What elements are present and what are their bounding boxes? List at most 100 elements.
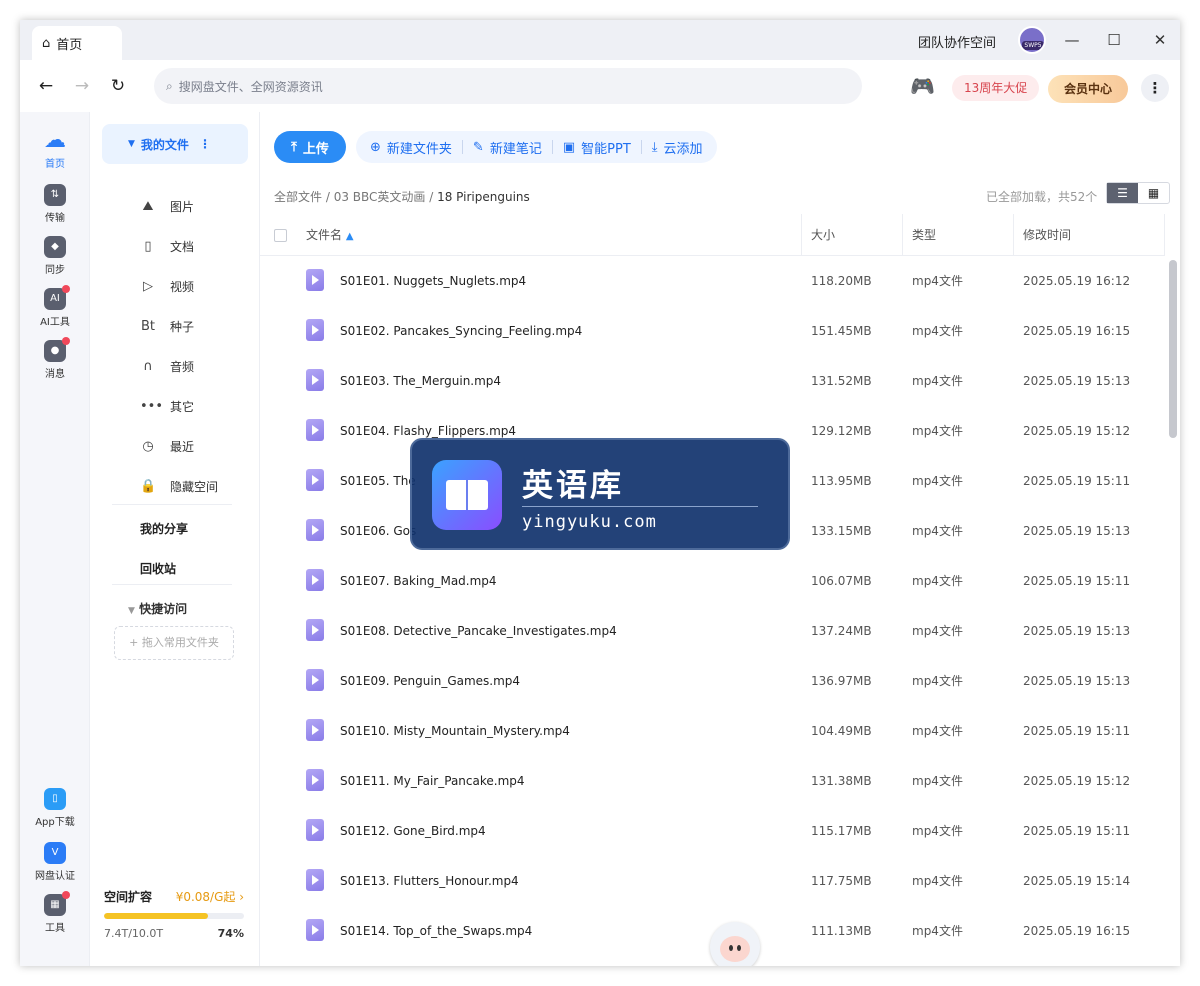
tab-home[interactable]: ⌂ 首页 xyxy=(32,26,122,60)
sidebar-item-label: 文档 xyxy=(170,240,195,254)
file-modified: 2025.05.19 15:13 xyxy=(1023,674,1131,688)
video-file-icon xyxy=(306,469,324,491)
gamepad-icon[interactable]: 🎮 xyxy=(910,74,935,98)
upload-icon: ⤒ xyxy=(291,139,297,155)
table-row[interactable]: S01E12. Gone_Bird.mp4 115.17MB mp4文件 2025.0… xyxy=(260,806,1165,856)
rail-item-3[interactable]: AI AI工具 xyxy=(20,285,90,328)
rail-item-5[interactable]: ▯ App下载 xyxy=(20,788,90,828)
back-button[interactable]: ← xyxy=(34,74,58,98)
sidebar-item-my-share[interactable]: 我的分享 xyxy=(140,520,188,537)
rail-item-7[interactable]: ▦ 工具 xyxy=(20,891,90,934)
file-size: 151.45MB xyxy=(811,324,872,338)
video-file-icon xyxy=(306,369,324,391)
sidebar-my-files[interactable]: ▼ 我的文件 ⋮ xyxy=(102,124,248,164)
drop-folder-zone[interactable]: + 拖入常用文件夹 xyxy=(114,626,234,660)
toolbar-action-label: 智能PPT xyxy=(581,141,631,157)
file-size: 115.17MB xyxy=(811,824,872,838)
column-divider[interactable] xyxy=(1164,214,1165,256)
file-modified: 2025.05.19 15:11 xyxy=(1023,474,1131,488)
video-file-icon xyxy=(306,919,324,941)
upload-label: 上传 xyxy=(302,141,329,157)
sidebar-item-label: 视频 xyxy=(170,280,195,294)
maximize-button[interactable]: ☐ xyxy=(1102,28,1126,52)
upload-button[interactable]: ⤒ 上传 xyxy=(274,131,346,163)
column-header-modified[interactable]: 修改时间 xyxy=(1023,214,1071,256)
table-row[interactable]: S01E03. The_Merguin.mp4 131.52MB mp4文件 2025… xyxy=(260,356,1165,406)
file-size: 133.15MB xyxy=(811,524,872,538)
grid-view-icon[interactable]: ▦ xyxy=(1138,183,1169,203)
toolbar-action-3[interactable]: ⤓ 云添加 xyxy=(646,138,709,157)
close-button[interactable]: ✕ xyxy=(1148,28,1172,52)
quick-access-header[interactable]: ▼ 快捷访问 xyxy=(128,600,187,617)
toolbar-action-2[interactable]: ▣ 智能PPT xyxy=(557,138,637,157)
sidebar-item-2[interactable]: ▷ 视频 xyxy=(140,278,194,295)
more-menu-icon[interactable]: ⋮ xyxy=(1141,74,1169,102)
rail-item-1[interactable]: ⇅ 传输 xyxy=(20,184,90,224)
breadcrumb-root[interactable]: 全部文件 xyxy=(274,190,322,204)
rail-item-4[interactable]: ● 消息 xyxy=(20,337,90,380)
file-type: mp4文件 xyxy=(912,774,963,788)
lock-icon: 🔒 xyxy=(140,479,157,494)
table-row[interactable]: S01E13. Flutters_Honour.mp4 117.75MB mp4文件… xyxy=(260,856,1165,906)
app-window: ⌂ 首页 团队协作空间 SWP5 — ☐ ✕ ← → ↻ ⌕ 搜网盘文件、全网资… xyxy=(20,20,1180,966)
table-row[interactable]: S01E02. Pancakes_Syncing_Feeling.mp4 151.… xyxy=(260,306,1165,356)
video-file-icon xyxy=(306,669,324,691)
video-file-icon xyxy=(306,619,324,641)
anniversary-promo-button[interactable]: 13周年大促 xyxy=(952,75,1040,101)
rail-item-label: 工具 xyxy=(45,923,65,934)
sync-icon: ◆ xyxy=(44,236,66,258)
file-modified: 2025.05.19 15:11 xyxy=(1023,724,1131,738)
nav-bar: ← → ↻ ⌕ 搜网盘文件、全网资源资讯 🎮 13周年大促 会员中心 ⋮ xyxy=(20,60,1180,112)
select-all-checkbox[interactable] xyxy=(274,229,287,242)
forward-button[interactable]: → xyxy=(70,74,94,98)
mascot-assistant-icon[interactable] xyxy=(706,918,764,966)
column-header-type[interactable]: 类型 xyxy=(912,214,936,256)
scrollbar-thumb[interactable] xyxy=(1169,260,1177,438)
avatar[interactable]: SWP5 xyxy=(1018,26,1046,54)
sidebar-item-6[interactable]: ◷ 最近 xyxy=(140,438,194,455)
column-divider[interactable] xyxy=(1013,214,1014,256)
sidebar-item-3[interactable]: Bt 种子 xyxy=(140,318,194,335)
table-row[interactable]: S01E08. Detective_Pancake_Investigates.m… xyxy=(260,606,1165,656)
sidebar-item-5[interactable]: ••• 其它 xyxy=(140,398,194,415)
toolbar-action-0[interactable]: ⊕ 新建文件夹 xyxy=(364,138,458,157)
list-view-icon[interactable]: ☰ xyxy=(1107,183,1138,203)
team-space-link[interactable]: 团队协作空间 xyxy=(918,32,996,51)
table-row[interactable]: S01E09. Penguin_Games.mp4 136.97MB mp4文件 20… xyxy=(260,656,1165,706)
sidebar: ▼ 我的文件 ⋮ ⛰ 图片 ▯ 文档 ▷ 视频 Bt 种子 ∩ 音频 ••• 其它 ◷ 最近 🔒 隐藏空间 我… xyxy=(90,112,260,966)
table-row[interactable]: S01E11. My_Fair_Pancake.mp4 131.38MB mp4文件… xyxy=(260,756,1165,806)
rail-item-label: 传输 xyxy=(45,213,65,224)
file-name: S01E06. Gos xyxy=(340,524,417,538)
minimize-button[interactable]: — xyxy=(1060,28,1084,52)
table-row[interactable]: S01E01. Nuggets_Nuglets.mp4 118.20MB mp4文件… xyxy=(260,256,1165,306)
column-header-size[interactable]: 大小 xyxy=(811,214,835,256)
vip-center-button[interactable]: 会员中心 xyxy=(1048,75,1128,103)
expand-price-link[interactable]: ¥0.08/G起 › xyxy=(176,888,244,905)
search-input[interactable]: ⌕ 搜网盘文件、全网资源资讯 xyxy=(154,68,862,104)
kebab-icon[interactable]: ⋮ xyxy=(199,137,211,151)
column-divider[interactable] xyxy=(801,214,802,256)
title-bar: ⌂ 首页 团队协作空间 SWP5 — ☐ ✕ xyxy=(20,20,1180,60)
sidebar-item-0[interactable]: ⛰ 图片 xyxy=(140,198,194,215)
sidebar-item-1[interactable]: ▯ 文档 xyxy=(140,238,194,255)
refresh-button[interactable]: ↻ xyxy=(106,74,130,98)
sort-asc-icon: ▲ xyxy=(345,231,354,242)
rail-item-0[interactable]: ☁ 首页 xyxy=(20,130,90,171)
file-list: S01E01. Nuggets_Nuglets.mp4 118.20MB mp4文件… xyxy=(260,256,1165,966)
toolbar-action-label: 新建笔记 xyxy=(489,141,542,157)
toolbar-action-1[interactable]: ✎ 新建笔记 xyxy=(467,138,548,157)
sidebar-item-4[interactable]: ∩ 音频 xyxy=(140,358,194,375)
table-row[interactable]: S01E07. Baking_Mad.mp4 106.07MB mp4文件 2025.… xyxy=(260,556,1165,606)
breadcrumb-folder[interactable]: 03 BBC英文动画 xyxy=(334,190,426,204)
rail-item-2[interactable]: ◆ 同步 xyxy=(20,236,90,276)
column-header-name[interactable]: 文件名 ▲ xyxy=(306,214,354,256)
file-name: S01E09. Penguin_Games.mp4 xyxy=(340,674,521,688)
avatar-badge: SWP5 xyxy=(1022,41,1044,50)
rail-item-6[interactable]: V 网盘认证 xyxy=(20,842,90,882)
sidebar-item-7[interactable]: 🔒 隐藏空间 xyxy=(140,478,218,495)
table-row[interactable]: S01E10. Misty_Mountain_Mystery.mp4 104.49… xyxy=(260,706,1165,756)
column-divider[interactable] xyxy=(902,214,903,256)
sidebar-item-recycle[interactable]: 回收站 xyxy=(140,560,176,577)
toolbar-action-label: 云添加 xyxy=(663,141,703,157)
file-name: S01E12. Gone_Bird.mp4 xyxy=(340,824,486,838)
